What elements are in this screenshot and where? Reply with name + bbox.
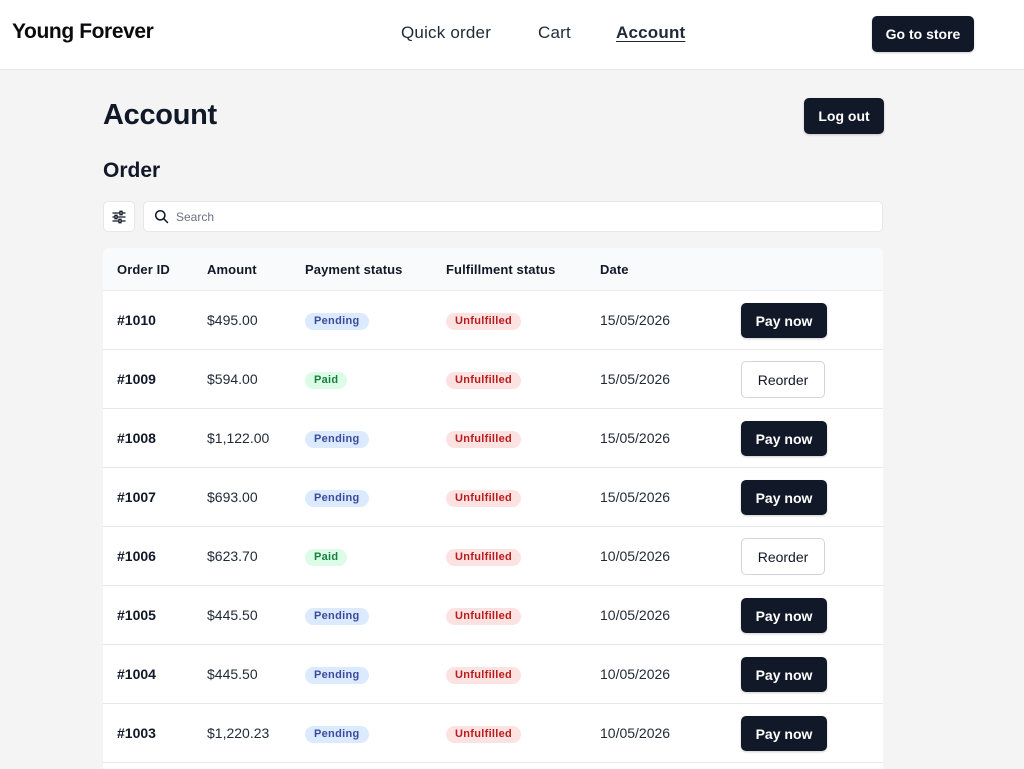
page-title: Account (103, 99, 217, 131)
column-header-payment-status: Payment status (305, 262, 403, 277)
fulfillment-status-badge: Unfulfilled (446, 667, 522, 684)
order-date: 10/05/2026 (600, 607, 671, 623)
reorder-button[interactable]: Reorder (741, 538, 825, 575)
order-date: 15/05/2026 (600, 312, 671, 328)
order-amount: $495.00 (207, 312, 258, 328)
pay-now-button[interactable]: Pay now (741, 303, 827, 338)
order-amount: $594.00 (207, 371, 258, 387)
pay-now-button[interactable]: Pay now (741, 657, 827, 692)
order-id[interactable]: #1007 (117, 489, 156, 505)
order-date: 10/05/2026 (600, 666, 671, 682)
orders-table: Order ID Amount Payment status Fulfillme… (103, 248, 883, 769)
logout-button[interactable]: Log out (804, 98, 884, 134)
payment-status-badge: Pending (305, 667, 369, 684)
table-row: #1007 $693.00 Pending Unfulfilled 15/05/2026… (103, 468, 883, 527)
section-title: Order (103, 159, 161, 182)
search-input[interactable] (176, 206, 866, 228)
pay-now-button[interactable]: Pay now (741, 598, 827, 633)
fulfillment-status-badge: Unfulfilled (446, 431, 522, 448)
filter-button[interactable] (103, 201, 135, 232)
column-header-order-id: Order ID (117, 262, 170, 277)
fulfillment-status-badge: Unfulfilled (446, 490, 522, 507)
search-icon (154, 209, 169, 224)
table-row: #1004 $445.50 Pending Unfulfilled 10/05/2026… (103, 645, 883, 704)
fulfillment-status-badge: Unfulfilled (446, 608, 522, 625)
nav-cart[interactable]: Cart (538, 23, 571, 43)
order-id[interactable]: #1004 (117, 666, 156, 682)
table-row: #1010 $495.00 Pending Unfulfilled 15/05/2026… (103, 291, 883, 350)
payment-status-badge: Pending (305, 726, 369, 743)
table-row: #1009 $594.00 Paid Unfulfilled 15/05/2026 Reo… (103, 350, 883, 409)
order-amount: $693.00 (207, 489, 258, 505)
order-amount: $445.50 (207, 607, 258, 623)
order-date: 15/05/2026 (600, 489, 671, 505)
pay-now-button[interactable]: Pay now (741, 716, 827, 751)
order-id[interactable]: #1003 (117, 725, 156, 741)
table-row: #1006 $623.70 Paid Unfulfilled 10/05/2026 Reo… (103, 527, 883, 586)
search-box (143, 201, 883, 232)
order-date: 15/05/2026 (600, 430, 671, 446)
order-amount: $623.70 (207, 548, 258, 564)
payment-status-badge: Paid (305, 549, 348, 566)
table-row: #1003 $1,220.23 Pending Unfulfilled 10/05/20… (103, 704, 883, 763)
reorder-button[interactable]: Reorder (741, 361, 825, 398)
pay-now-button[interactable]: Pay now (741, 480, 827, 515)
nav-account[interactable]: Account (616, 23, 685, 43)
go-to-store-button[interactable]: Go to store (872, 16, 974, 52)
fulfillment-status-badge: Unfulfilled (446, 549, 522, 566)
fulfillment-status-badge: Unfulfilled (446, 313, 522, 330)
order-date: 10/05/2026 (600, 548, 671, 564)
order-id[interactable]: #1006 (117, 548, 156, 564)
column-header-date: Date (600, 262, 629, 277)
order-date: 10/05/2026 (600, 725, 671, 741)
order-id[interactable]: #1009 (117, 371, 156, 387)
table-row: #1008 $1,122.00 Pending Unfulfilled 15/05/20… (103, 409, 883, 468)
pay-now-button[interactable]: Pay now (741, 421, 827, 456)
sliders-icon (112, 210, 126, 223)
table-header: Order ID Amount Payment status Fulfillme… (103, 248, 883, 291)
payment-status-badge: Paid (305, 372, 348, 389)
column-header-fulfillment-status: Fulfillment status (446, 262, 556, 277)
payment-status-badge: Pending (305, 608, 369, 625)
order-amount: $1,122.00 (207, 430, 270, 446)
order-amount: $445.50 (207, 666, 258, 682)
order-id[interactable]: #1005 (117, 607, 156, 623)
payment-status-badge: Pending (305, 313, 369, 330)
order-amount: $1,220.23 (207, 725, 270, 741)
payment-status-badge: Pending (305, 490, 369, 507)
order-id[interactable]: #1008 (117, 430, 156, 446)
nav-quick-order[interactable]: Quick order (401, 23, 491, 43)
main-nav: Quick order Cart Account (0, 23, 1024, 45)
fulfillment-status-badge: Unfulfilled (446, 726, 522, 743)
order-date: 15/05/2026 (600, 371, 671, 387)
table-row: #1005 $445.50 Pending Unfulfilled 10/05/2026… (103, 586, 883, 645)
order-id[interactable]: #1010 (117, 312, 156, 328)
payment-status-badge: Pending (305, 431, 369, 448)
column-header-amount: Amount (207, 262, 257, 277)
fulfillment-status-badge: Unfulfilled (446, 372, 522, 389)
top-navigation-bar: Young Forever Quick order Cart Account G… (0, 0, 1024, 70)
